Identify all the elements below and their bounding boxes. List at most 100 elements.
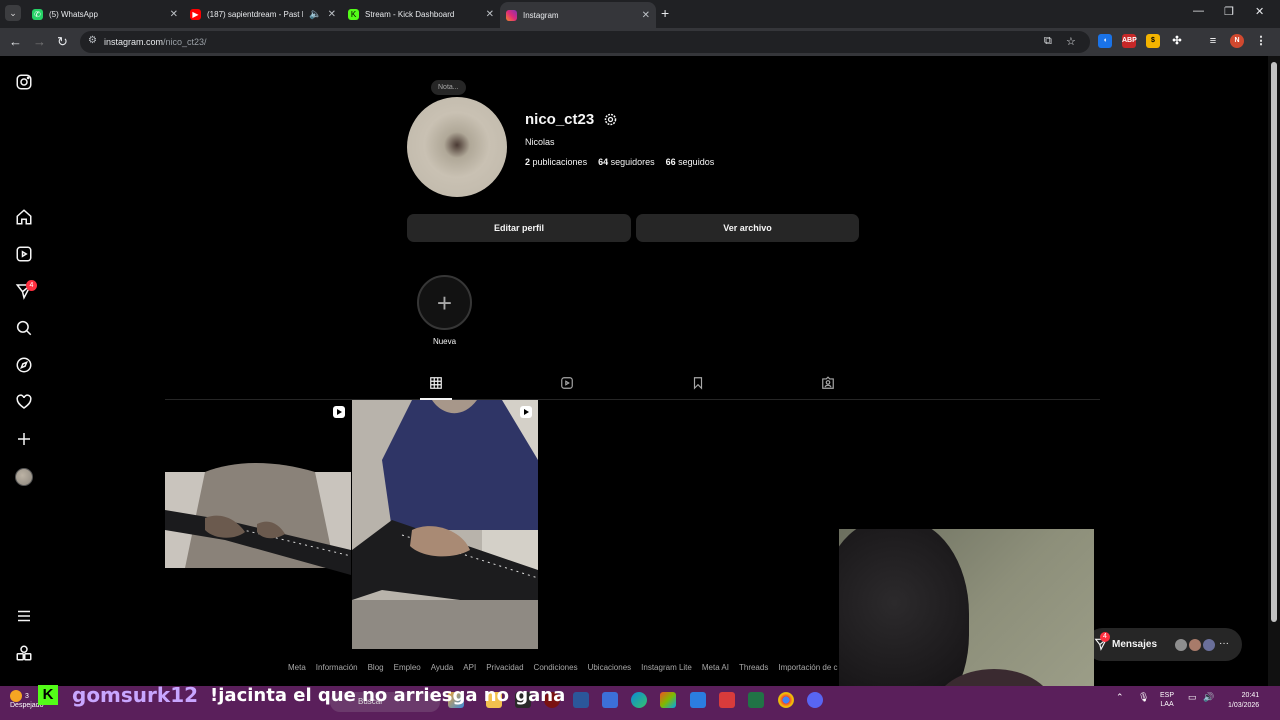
sidebar: 4 — [0, 56, 48, 686]
tab-instagram[interactable]: Instagram ✕ — [500, 2, 656, 28]
extensions-puzzle-icon[interactable]: ✣ — [1170, 34, 1184, 48]
footer-link[interactable]: Ayuda — [431, 663, 454, 672]
chrome-icon[interactable] — [778, 692, 794, 708]
tagged-icon — [822, 376, 834, 389]
footer-link[interactable]: Threads — [739, 663, 768, 672]
footer-link[interactable]: API — [463, 663, 476, 672]
profile-avatar[interactable]: N — [1230, 34, 1244, 48]
instagram-page: 4 Nota... nico_ct23 Nicolas 2 publicacio… — [0, 56, 1280, 720]
network-icon[interactable]: ▭ — [1188, 692, 1197, 703]
edge-icon[interactable] — [631, 692, 647, 708]
minimize-button[interactable]: — — [1193, 5, 1204, 17]
reload-button[interactable]: ↻ — [57, 34, 68, 50]
sun-icon — [10, 690, 22, 702]
footer-link[interactable]: Instagram Lite — [641, 663, 692, 672]
footer-link[interactable]: Información — [316, 663, 358, 672]
close-tab-icon[interactable]: ✕ — [328, 9, 336, 20]
reels-icon[interactable] — [14, 244, 34, 264]
microphone-icon[interactable]: 🎙 — [1138, 692, 1149, 703]
followers-label: seguidores — [610, 157, 655, 167]
settings-gear-icon[interactable] — [603, 112, 618, 127]
forward-button[interactable]: → — [33, 34, 46, 49]
view-archive-button[interactable]: Ver archivo — [636, 214, 859, 242]
tab-whatsapp[interactable]: ✆ (5) WhatsApp ✕ — [26, 3, 184, 25]
also-from-meta-icon[interactable] — [14, 643, 34, 663]
followers-link[interactable]: 64 seguidores — [598, 157, 655, 167]
profile-avatar-nav[interactable] — [14, 467, 34, 487]
excel-icon[interactable] — [748, 692, 764, 708]
heart-icon[interactable] — [14, 392, 34, 412]
scrollbar-thumb[interactable] — [1271, 62, 1277, 622]
weather-temp: 3 — [25, 692, 29, 700]
language-indicator[interactable]: ESP LAA — [1160, 691, 1174, 709]
site-info-icon[interactable]: ⚙ — [88, 35, 97, 46]
taskbar-app-icon[interactable] — [719, 692, 735, 708]
edit-profile-button[interactable]: Editar perfil — [407, 214, 631, 242]
footer-link[interactable]: Empleo — [394, 663, 421, 672]
mute-tab-icon[interactable]: 🔈 — [309, 9, 321, 20]
posts-number: 2 — [525, 157, 531, 167]
url-text: instagram.com/nico_ct23/ — [104, 37, 207, 47]
note-bubble[interactable]: Nota... — [431, 80, 466, 95]
posts-label: publicaciones — [532, 157, 588, 167]
close-tab-icon[interactable]: ✕ — [642, 10, 650, 21]
browser-menu-icon[interactable]: ⋮ — [1254, 34, 1268, 48]
address-bar[interactable]: ⚙ instagram.com/nico_ct23/ ⧉ ☆ — [80, 31, 1090, 53]
scrollbar[interactable] — [1268, 56, 1280, 686]
footer-link[interactable]: Condiciones — [534, 663, 578, 672]
install-app-icon[interactable]: ⧉ — [1044, 35, 1052, 48]
reel-play-icon — [333, 406, 345, 418]
tab-search-button[interactable]: ⌄ — [5, 5, 21, 21]
footer-link[interactable]: Blog — [368, 663, 384, 672]
post-thumbnail[interactable] — [165, 400, 351, 649]
url-path: /nico_ct23/ — [163, 37, 207, 47]
profile-picture[interactable] — [407, 97, 507, 197]
new-tab-button[interactable]: + — [661, 5, 669, 21]
messages-pill-button[interactable]: 4 Mensajes ··· — [1086, 628, 1242, 661]
following-link[interactable]: 66 seguidos — [666, 157, 715, 167]
messages-badge: 4 — [1100, 632, 1110, 642]
tray-expand-icon[interactable]: ⌃ — [1116, 692, 1124, 703]
tab-saved[interactable] — [690, 375, 706, 391]
tab-kick-dashboard[interactable]: K Stream - Kick Dashboard ✕ — [342, 3, 500, 25]
tab-posts-grid[interactable] — [428, 375, 444, 391]
tab-youtube[interactable]: ▶ (187) sapientdream - Past Li 🔈 ✕ — [184, 3, 342, 25]
extension-audio-icon[interactable]: ◖ — [1098, 34, 1112, 48]
back-button[interactable]: ← — [9, 34, 22, 49]
discord-icon[interactable] — [807, 692, 823, 708]
taskbar-app-icon[interactable] — [602, 692, 618, 708]
instagram-logo-icon[interactable] — [14, 72, 34, 92]
footer-links: Meta Información Blog Empleo Ayuda API P… — [288, 663, 837, 672]
explore-icon[interactable] — [14, 355, 34, 375]
more-menu-icon[interactable] — [14, 606, 34, 626]
adblock-extension-icon[interactable]: ABP — [1122, 34, 1137, 48]
media-control-icon[interactable]: ≡ — [1206, 34, 1220, 48]
volume-icon[interactable]: 🔊 — [1203, 692, 1214, 703]
create-plus-icon[interactable] — [14, 429, 34, 449]
copilot-icon[interactable] — [660, 692, 676, 708]
home-icon[interactable] — [14, 207, 34, 227]
close-tab-icon[interactable]: ✕ — [170, 9, 178, 20]
footer-link[interactable]: Ubicaciones — [588, 663, 632, 672]
extension-icon[interactable]: $ — [1146, 34, 1160, 48]
search-icon[interactable] — [14, 318, 34, 338]
post-thumbnail[interactable] — [352, 400, 538, 649]
store-icon[interactable] — [690, 692, 706, 708]
footer-link[interactable]: Privacidad — [486, 663, 523, 672]
tab-title: (5) WhatsApp — [49, 9, 98, 19]
word-icon[interactable] — [573, 692, 589, 708]
close-tab-icon[interactable]: ✕ — [486, 9, 494, 20]
taskbar-clock[interactable]: 20:41 1/03/2026 — [1228, 691, 1259, 711]
avatar — [1202, 638, 1216, 652]
more-dots-icon: ··· — [1219, 638, 1229, 649]
tab-reels[interactable] — [559, 375, 575, 391]
tab-tagged[interactable] — [820, 375, 836, 391]
footer-link[interactable]: Importación de c — [778, 663, 837, 672]
footer-link[interactable]: Meta — [288, 663, 306, 672]
new-highlight-button[interactable]: + — [417, 275, 472, 330]
footer-link[interactable]: Meta AI — [702, 663, 729, 672]
restore-button[interactable]: ❐ — [1224, 5, 1234, 18]
profile-username: nico_ct23 — [525, 111, 595, 128]
bookmark-star-icon[interactable]: ☆ — [1066, 35, 1076, 48]
close-window-button[interactable]: ✕ — [1255, 5, 1264, 18]
